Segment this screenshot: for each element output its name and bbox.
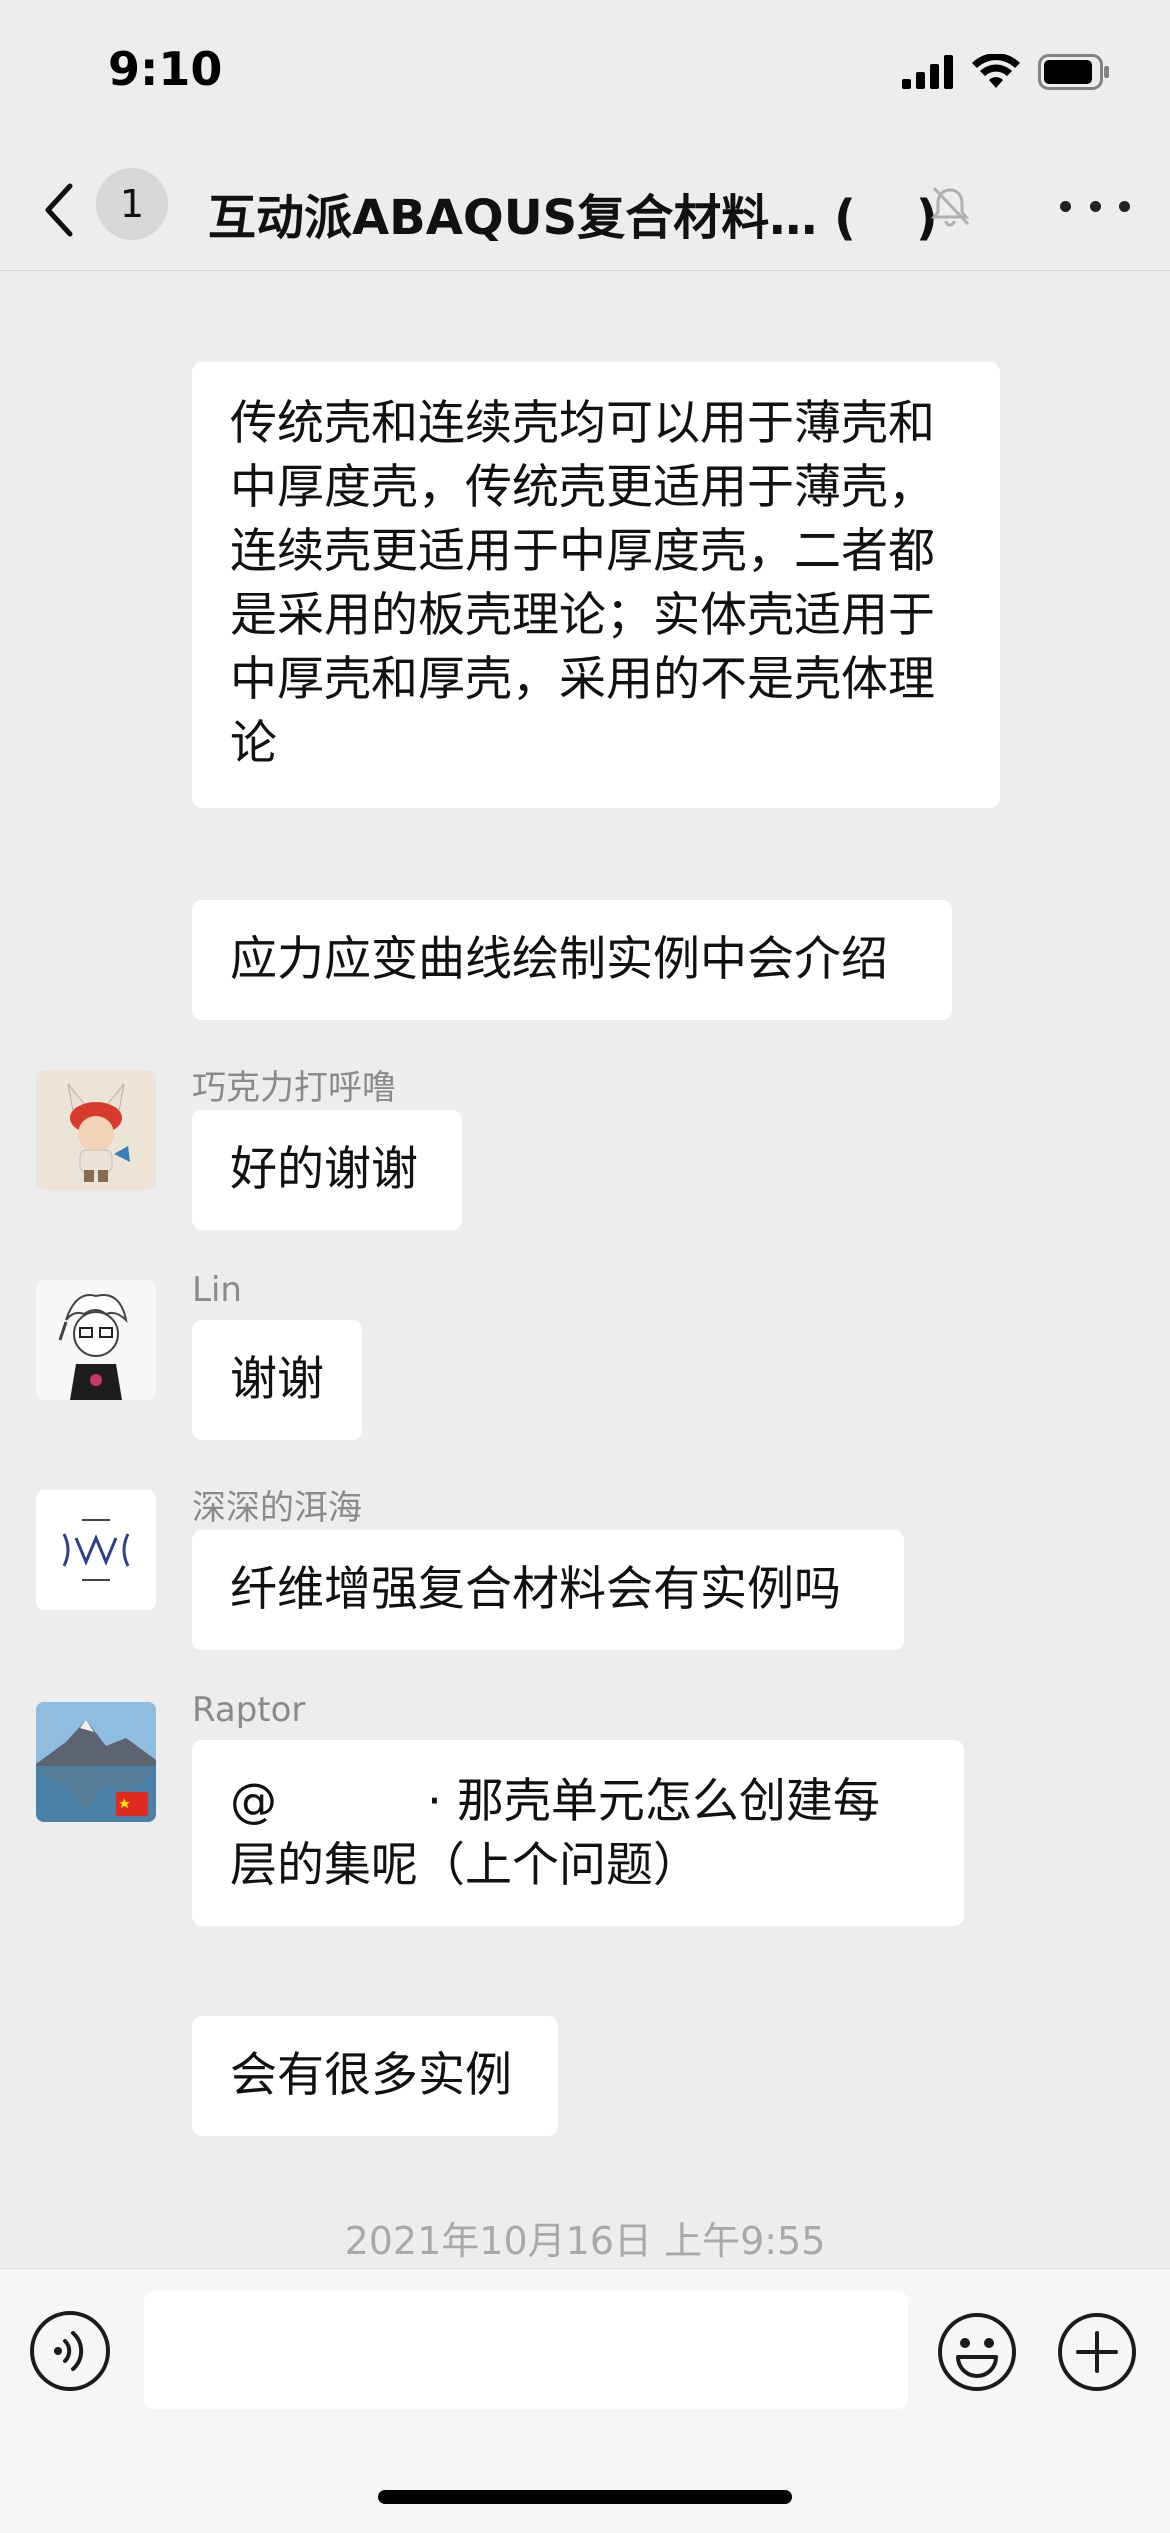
home-indicator[interactable] [378,2490,792,2504]
avatar-image [67,1083,130,1182]
message-text: · 那壳单元怎么创建每层的集呢（上个问题） [230,1774,880,1893]
plus-icon [1058,2313,1136,2391]
chat-title[interactable]: 互动派ABAQUS复合材料… () [208,178,938,248]
message-text: 谢谢 [230,1352,324,1407]
chat-title-text: 互动派ABAQUS复合材料… ( [208,190,856,246]
timestamp: 2021年10月16日 上午9:55 [344,2219,826,2263]
message-bubble[interactable]: 会有很多实例 [192,2016,558,2136]
message-text: 传统壳和连续壳均可以用于薄壳和中厚度壳，传统壳更适用于薄壳，连续壳更适用于中厚度… [230,396,935,771]
message-bubble[interactable]: @ · 那壳单元怎么创建每层的集呢（上个问题） [192,1740,964,1926]
more-dots-icon [1060,200,1071,212]
message-text: 应力应变曲线绘制实例中会介绍 [230,932,888,987]
back-button[interactable] [40,180,90,240]
more-actions-button[interactable] [1056,2311,1138,2393]
status-bar: 9:10 [0,0,1170,150]
signal-icon [902,55,953,89]
message-bubble[interactable]: 纤维增强复合材料会有实例吗 [192,1530,904,1650]
mention-prefix[interactable]: @ [230,1774,277,1829]
avatar-image [62,1519,130,1581]
chevron-left-icon [45,183,73,237]
status-time: 9:10 [108,42,223,96]
bell-slash-icon [930,186,970,227]
avatar-image [36,1702,156,1822]
message-text: 好的谢谢 [230,1142,418,1197]
message-bubble[interactable]: 好的谢谢 [192,1110,462,1230]
emoji-button[interactable] [936,2311,1018,2393]
unread-count-badge[interactable]: 1 [96,168,168,240]
message-bubble[interactable]: 谢谢 [192,1320,362,1440]
sender-name: 巧克力打呼噜 [192,1068,396,1108]
message-input[interactable] [144,2291,908,2409]
more-options-button[interactable] [1060,176,1130,236]
status-icons [902,54,1110,90]
voice-icon [54,2331,84,2371]
avatar[interactable] [36,1070,156,1190]
avatar[interactable] [36,1490,156,1610]
avatar[interactable] [36,1702,156,1822]
wifi-icon [972,54,1020,88]
avatar[interactable] [36,1280,156,1400]
battery-icon [1038,54,1109,90]
voice-button[interactable] [30,2311,110,2391]
message-text: 纤维增强复合材料会有实例吗 [230,1562,841,1617]
sender-name: Lin [192,1270,242,1310]
avatar-image [58,1294,128,1400]
sender-name: 深深的洱海 [192,1488,362,1528]
message-text: 会有很多实例 [230,2048,512,2103]
message-bubble[interactable]: 应力应变曲线绘制实例中会介绍 [192,900,952,1020]
message-bubble[interactable]: 传统壳和连续壳均可以用于薄壳和中厚度壳，传统壳更适用于薄壳，连续壳更适用于中厚度… [192,362,1000,808]
sender-name: Raptor [192,1690,306,1730]
emoji-icon [938,2313,1016,2391]
